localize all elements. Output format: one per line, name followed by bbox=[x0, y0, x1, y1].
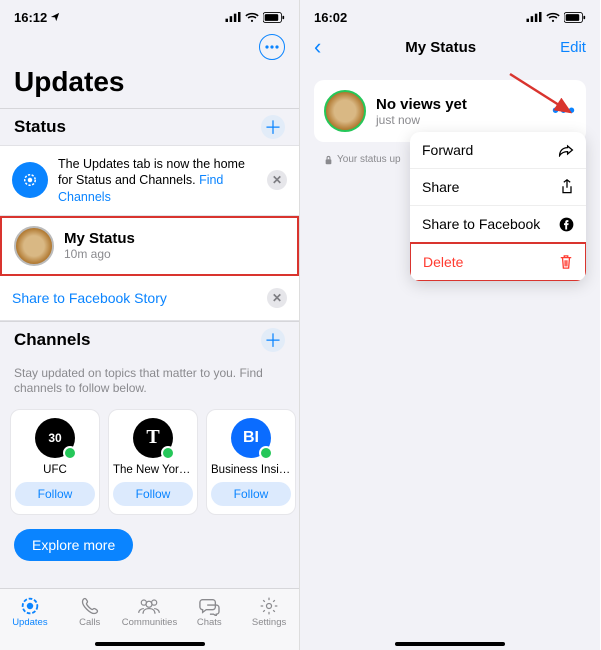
status-heading: Status bbox=[14, 117, 66, 137]
info-banner: The Updates tab is now the home for Stat… bbox=[0, 145, 299, 216]
my-status-title: My Status bbox=[64, 230, 285, 247]
verified-icon bbox=[63, 446, 77, 460]
status-time: just now bbox=[376, 113, 542, 127]
menu-share-facebook[interactable]: Share to Facebook bbox=[410, 206, 586, 243]
status-indicators bbox=[225, 12, 285, 23]
menu-label: Delete bbox=[423, 254, 463, 270]
follow-button[interactable]: Follow bbox=[113, 482, 193, 506]
signal-icon bbox=[225, 12, 241, 22]
home-indicator bbox=[95, 642, 205, 646]
menu-label: Share bbox=[422, 179, 459, 195]
forward-icon bbox=[558, 143, 574, 157]
add-status-button[interactable]: ＋ bbox=[261, 115, 285, 139]
channel-logo: T bbox=[133, 418, 173, 458]
share-facebook-row[interactable]: Share to Facebook Story ✕ bbox=[0, 276, 299, 321]
menu-label: Forward bbox=[422, 142, 473, 158]
info-text: The Updates tab is now the home for Stat… bbox=[58, 156, 257, 205]
home-indicator bbox=[395, 642, 505, 646]
status-more-button[interactable]: ••• bbox=[552, 100, 576, 123]
channel-cards: 30 UFC Follow T The New York... Follow B… bbox=[0, 405, 299, 519]
follow-button[interactable]: Follow bbox=[15, 482, 95, 506]
share-facebook-label: Share to Facebook Story bbox=[12, 290, 167, 306]
battery-icon bbox=[263, 12, 285, 23]
lock-icon bbox=[324, 155, 333, 165]
tab-label: Settings bbox=[252, 617, 286, 628]
menu-share[interactable]: Share bbox=[410, 169, 586, 206]
chats-icon bbox=[198, 596, 220, 616]
tab-label: Calls bbox=[79, 617, 100, 628]
phone-icon bbox=[80, 596, 100, 616]
wifi-icon bbox=[245, 12, 259, 22]
tab-label: Chats bbox=[197, 617, 222, 628]
tab-settings[interactable]: Settings bbox=[241, 595, 297, 650]
gear-icon bbox=[259, 596, 279, 616]
signal-icon bbox=[526, 12, 542, 22]
menu-forward[interactable]: Forward bbox=[410, 132, 586, 169]
phone-my-status: 16:02 ‹ My Status Edit No views yet just… bbox=[300, 0, 600, 650]
nav-title: My Status bbox=[405, 39, 476, 56]
channel-card[interactable]: T The New York... Follow bbox=[108, 409, 198, 515]
my-status-row[interactable]: My Status 10m ago bbox=[0, 216, 299, 276]
nav-bar: ‹ My Status Edit bbox=[300, 28, 600, 68]
add-channel-button[interactable]: ＋ bbox=[261, 328, 285, 352]
status-section-header: Status ＋ bbox=[0, 108, 299, 145]
share-icon bbox=[560, 179, 574, 195]
tab-label: Communities bbox=[122, 617, 177, 628]
channel-name: The New York... bbox=[113, 464, 193, 476]
phone-updates: 16:12 Updates Status ＋ The Updates tab i… bbox=[0, 0, 300, 650]
channels-desc: Stay updated on topics that matter to yo… bbox=[0, 358, 299, 405]
channel-name: Business Insid... bbox=[211, 464, 291, 476]
context-menu: Forward Share Share to Facebook Delete bbox=[410, 132, 586, 281]
wifi-icon bbox=[546, 12, 560, 22]
verified-icon bbox=[161, 446, 175, 460]
explore-more-button[interactable]: Explore more bbox=[14, 529, 133, 561]
clock: 16:12 bbox=[14, 10, 47, 25]
channel-logo: 30 bbox=[35, 418, 75, 458]
verified-icon bbox=[259, 446, 273, 460]
channel-card[interactable]: 30 UFC Follow bbox=[10, 409, 100, 515]
facebook-icon bbox=[559, 217, 574, 232]
status-bar: 16:02 bbox=[300, 0, 600, 28]
channels-heading: Channels bbox=[14, 330, 91, 350]
avatar bbox=[14, 226, 54, 266]
avatar bbox=[324, 90, 366, 132]
battery-icon bbox=[564, 12, 586, 23]
back-button[interactable]: ‹ bbox=[314, 34, 321, 60]
ellipsis-icon bbox=[265, 45, 279, 49]
dismiss-banner-button[interactable]: ✕ bbox=[267, 170, 287, 190]
status-views: No views yet bbox=[376, 96, 542, 113]
follow-button[interactable]: Follow bbox=[211, 482, 291, 506]
trash-icon bbox=[559, 254, 573, 270]
status-bar: 16:12 bbox=[0, 0, 299, 28]
tab-bar: Updates Calls Communities Chats Settings bbox=[0, 588, 299, 650]
edit-button[interactable]: Edit bbox=[560, 39, 586, 56]
tab-label: Updates bbox=[12, 617, 47, 628]
top-toolbar bbox=[0, 28, 299, 62]
channel-card[interactable]: BI Business Insid... Follow bbox=[206, 409, 296, 515]
channel-name: UFC bbox=[15, 464, 95, 476]
menu-label: Share to Facebook bbox=[422, 216, 540, 232]
communities-icon bbox=[137, 596, 161, 616]
status-indicators bbox=[526, 12, 586, 23]
clock: 16:02 bbox=[314, 10, 347, 25]
location-icon bbox=[50, 12, 60, 22]
dismiss-fb-button[interactable]: ✕ bbox=[267, 288, 287, 308]
updates-icon bbox=[19, 595, 41, 617]
channel-logo: BI bbox=[231, 418, 271, 458]
menu-delete[interactable]: Delete bbox=[410, 242, 586, 281]
channels-section-header: Channels ＋ bbox=[0, 321, 299, 358]
info-channels-icon bbox=[12, 162, 48, 198]
tab-updates[interactable]: Updates bbox=[2, 595, 58, 650]
my-status-time: 10m ago bbox=[64, 247, 285, 261]
more-menu-button[interactable] bbox=[259, 34, 285, 60]
page-title: Updates bbox=[0, 62, 299, 108]
